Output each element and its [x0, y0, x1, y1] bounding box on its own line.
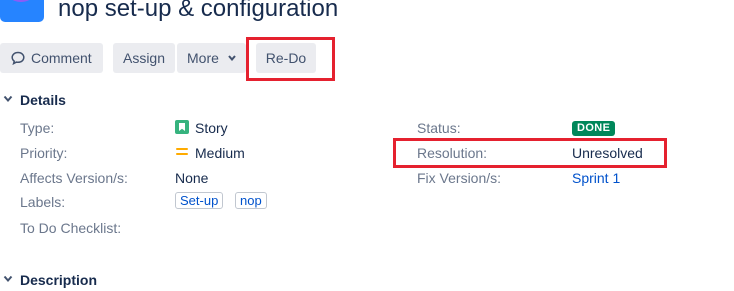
priority-medium-icon	[176, 147, 188, 157]
description-collapse-chevron-icon[interactable]	[3, 275, 13, 283]
assign-button[interactable]: Assign	[113, 43, 175, 73]
priority-value: Medium	[195, 145, 245, 161]
label-chip-nop[interactable]: nop	[235, 192, 267, 209]
project-avatar-icon	[0, 0, 44, 22]
type-label: Type:	[20, 120, 55, 136]
type-value: Story	[195, 120, 228, 136]
chevron-down-icon	[228, 55, 236, 61]
resolution-highlight-box	[393, 138, 667, 168]
description-section-title[interactable]: Description	[20, 272, 97, 288]
affects-versions-label: Affects Version/s:	[20, 170, 128, 186]
todo-checklist-label: To Do Checklist:	[20, 220, 122, 236]
fix-versions-label: Fix Version/s:	[417, 170, 502, 186]
status-label: Status:	[417, 120, 461, 136]
story-icon	[175, 120, 189, 134]
comment-button-label: Comment	[31, 50, 92, 66]
details-collapse-chevron-icon[interactable]	[3, 95, 13, 103]
comment-button[interactable]: Comment	[0, 43, 103, 73]
affects-versions-value: None	[175, 170, 209, 186]
assign-button-label: Assign	[122, 50, 166, 66]
status-badge: DONE	[572, 121, 616, 136]
labels-label: Labels:	[20, 194, 66, 210]
more-button[interactable]: More	[177, 43, 246, 73]
issue-title: nop set-up & configuration	[58, 0, 339, 22]
comment-icon	[11, 51, 25, 65]
more-button-label: More	[187, 50, 219, 66]
priority-label: Priority:	[20, 145, 68, 161]
label-chip-setup[interactable]: Set-up	[175, 192, 224, 209]
redo-highlight-box	[246, 37, 335, 81]
fix-version-link[interactable]: Sprint 1	[572, 170, 620, 186]
details-section-title[interactable]: Details	[20, 92, 66, 108]
